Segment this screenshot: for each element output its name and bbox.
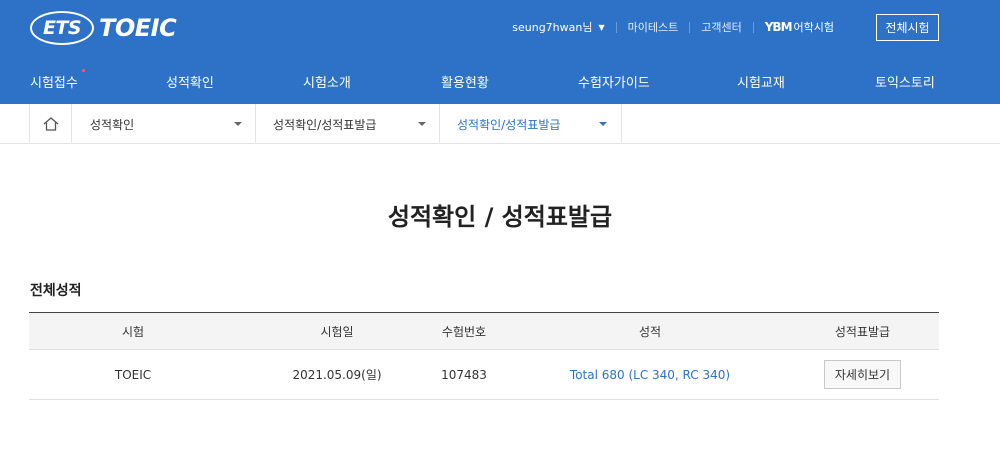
top-bar: ETS TOEIC seung7hwan님 ▼ 마이테스트 고객센터 YBM 어… bbox=[0, 0, 1000, 58]
divider bbox=[615, 21, 617, 33]
cell-test: TOEIC bbox=[114, 367, 152, 382]
mytest-link[interactable]: 마이테스트 bbox=[628, 19, 679, 35]
home-icon bbox=[43, 117, 58, 131]
table-header: 시험 시험일 수험번호 성적 성적표발급 bbox=[29, 312, 939, 350]
chevron-down-icon bbox=[599, 122, 607, 126]
nav-test-registration[interactable]: 시험접수 bbox=[30, 72, 78, 91]
ybm-label: 어학시험 bbox=[793, 21, 834, 34]
score-table: 시험 시험일 수험번호 성적 성적표발급 TOEIC 2021.05.09(일)… bbox=[29, 312, 939, 400]
breadcrumb-level2-label: 성적확인/성적표발급 bbox=[273, 117, 377, 132]
ets-logo-mark: ETS bbox=[30, 11, 94, 45]
breadcrumb-level1[interactable]: 성적확인 bbox=[71, 104, 255, 144]
caret-down-icon: ▼ bbox=[598, 22, 605, 32]
nav-test-intro[interactable]: 시험소개 bbox=[303, 72, 351, 91]
breadcrumb: 성적확인 성적확인/성적표발급 성적확인/성적표발급 bbox=[0, 104, 1000, 144]
nav-toeic-story[interactable]: 토익스토리 bbox=[875, 72, 935, 91]
breadcrumb-level2[interactable]: 성적확인/성적표발급 bbox=[255, 104, 439, 144]
main-navigation: 시험접수 성적확인 시험소개 활용현황 수험자가이드 시험교재 토익스토리 bbox=[0, 58, 1000, 104]
utility-menu: seung7hwan님 ▼ 마이테스트 고객센터 YBM 어학시험 bbox=[512, 0, 834, 54]
table-row: TOEIC 2021.05.09(일) 107483 Total 680 (LC… bbox=[29, 350, 939, 400]
nav-examinee-guide[interactable]: 수험자가이드 bbox=[578, 72, 650, 91]
nav-usage-status[interactable]: 활용현황 bbox=[441, 72, 489, 91]
breadcrumb-level3[interactable]: 성적확인/성적표발급 bbox=[439, 104, 622, 144]
page-title: 성적확인 / 성적표발급 bbox=[387, 203, 613, 231]
toeic-logo-text: TOEIC bbox=[99, 14, 177, 42]
header-registration-number: 수험번호 bbox=[441, 324, 487, 339]
ets-logo-text: ETS bbox=[42, 17, 82, 39]
header-score-report: 성적표발급 bbox=[834, 324, 891, 339]
all-tests-button[interactable]: 전체시험 bbox=[876, 14, 939, 41]
username: seung7hwan님 bbox=[512, 21, 593, 34]
header-score: 성적 bbox=[638, 324, 662, 339]
cell-score-report: 자세히보기 bbox=[786, 350, 939, 399]
chevron-down-icon bbox=[418, 122, 426, 126]
chevron-down-icon bbox=[234, 122, 242, 126]
user-menu[interactable]: seung7hwan님 ▼ bbox=[512, 19, 604, 35]
breadcrumb-level1-label: 성적확인 bbox=[90, 117, 135, 132]
ets-toeic-logo[interactable]: ETS TOEIC bbox=[30, 11, 177, 45]
breadcrumb-level3-label: 성적확인/성적표발급 bbox=[457, 117, 561, 132]
nav-score-check[interactable]: 성적확인 bbox=[166, 72, 214, 91]
section-title: 전체성적 bbox=[30, 283, 82, 299]
home-button[interactable] bbox=[29, 104, 71, 144]
divider bbox=[689, 21, 691, 33]
score-link[interactable]: Total 680 (LC 340, RC 340) bbox=[550, 350, 750, 399]
header-test: 시험 bbox=[121, 324, 145, 339]
customer-center-link[interactable]: 고객센터 bbox=[701, 19, 741, 35]
site-header: ETS TOEIC seung7hwan님 ▼ 마이테스트 고객센터 YBM 어… bbox=[0, 0, 1000, 104]
ybm-language-test-link[interactable]: YBM 어학시험 bbox=[765, 19, 834, 35]
view-details-button[interactable]: 자세히보기 bbox=[824, 360, 901, 389]
cell-registration-number: 107483 bbox=[441, 367, 487, 382]
divider bbox=[752, 21, 754, 33]
nav-test-books[interactable]: 시험교재 bbox=[737, 72, 785, 91]
new-indicator-dot bbox=[82, 69, 85, 72]
ybm-logo-icon: YBM bbox=[764, 20, 793, 34]
